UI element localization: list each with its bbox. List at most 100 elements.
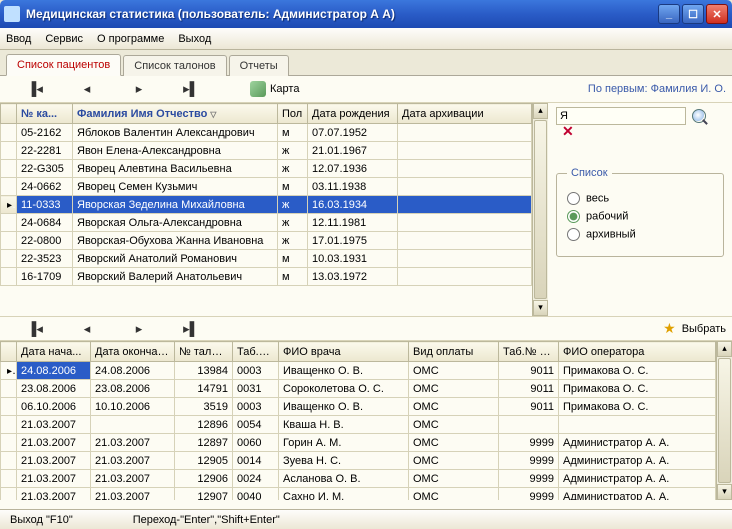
table-row[interactable]: 05-2162Яблоков Валентин Александровичм07… <box>1 124 532 142</box>
scroll-thumb[interactable] <box>534 120 547 299</box>
cell-ticket: 12907 <box>175 488 233 501</box>
cell-arch <box>398 232 532 250</box>
close-button[interactable]: ✕ <box>706 4 728 24</box>
visits-col-doctor[interactable]: ФИО врача <box>279 342 409 362</box>
cell-tab: 0014 <box>233 452 279 470</box>
cell-end: 24.08.2006 <box>91 362 175 380</box>
table-row[interactable]: 24.08.200624.08.2006139840003Иващенко О.… <box>1 362 716 380</box>
visits-nav-next[interactable]: ▸ <box>130 321 148 337</box>
cell-pay: ОМС <box>409 398 499 416</box>
cell-tab2: 9999 <box>499 434 559 452</box>
tab-reports[interactable]: Отчеты <box>229 55 289 76</box>
cell-sex: м <box>278 178 308 196</box>
visits-scroll-up[interactable]: ▴ <box>717 341 732 357</box>
visits-nav-prev[interactable]: ◂ <box>78 321 96 337</box>
cell-dob: 13.03.1972 <box>308 268 398 286</box>
visits-col-tab2[interactable]: Таб.№ о... <box>499 342 559 362</box>
table-row[interactable]: 22-0800Яворская-Обухова Жанна Ивановнаж1… <box>1 232 532 250</box>
table-row[interactable]: 16-1709Яворский Валерий Анатольевичм13.0… <box>1 268 532 286</box>
visits-col-end[interactable]: Дата окончан... <box>91 342 175 362</box>
cell-pay: ОМС <box>409 470 499 488</box>
cell-ticket: 12896 <box>175 416 233 434</box>
cell-arch <box>398 178 532 196</box>
row-handle <box>1 124 17 142</box>
window-title: Медицинская статистика (пользователь: Ад… <box>26 7 656 21</box>
table-row[interactable]: 21.03.2007128960054Кваша Н. В.ОМС <box>1 416 716 434</box>
visits-scroll-down[interactable]: ▾ <box>717 484 732 500</box>
filter-option-all[interactable]: весь <box>567 192 713 205</box>
cell-fio: Яворец Семен Кузьмич <box>73 178 278 196</box>
cell-ticket: 12906 <box>175 470 233 488</box>
cell-card: 22-0800 <box>17 232 73 250</box>
scroll-down-button[interactable]: ▾ <box>533 300 548 316</box>
maximize-button[interactable]: ☐ <box>682 4 704 24</box>
table-row[interactable]: 24-0684Яворская Ольга-Александровнаж12.1… <box>1 214 532 232</box>
visits-col-ticket[interactable]: № талона <box>175 342 233 362</box>
nav-next-button[interactable]: ▸ <box>130 81 148 97</box>
filter-legend: Список <box>567 167 612 179</box>
patients-col-dob[interactable]: Дата рождения <box>308 104 398 124</box>
cell-arch <box>398 214 532 232</box>
table-row[interactable]: 11-0333Яворская Зеделина Михайловнаж16.0… <box>1 196 532 214</box>
patients-table[interactable]: № ка... Фамилия Имя Отчество▽ Пол Дата р… <box>0 103 532 286</box>
cell-tab2: 9011 <box>499 362 559 380</box>
visits-nav-last[interactable]: ▸▌ <box>182 321 200 337</box>
table-row[interactable]: 22-2281Явон Елена-Александровнаж21.01.19… <box>1 142 532 160</box>
row-handle <box>1 416 17 434</box>
menu-exit[interactable]: Выход <box>178 33 211 45</box>
visits-col-pay[interactable]: Вид оплаты <box>409 342 499 362</box>
table-row[interactable]: 21.03.200721.03.2007129070040Сахно И. М.… <box>1 488 716 501</box>
scroll-up-button[interactable]: ▴ <box>533 103 548 119</box>
visits-col-oper[interactable]: ФИО оператора <box>559 342 716 362</box>
cell-doctor: Асланова О. В. <box>279 470 409 488</box>
card-button[interactable]: Карта <box>250 81 299 97</box>
cell-fio: Яворец Алевтина Васильевна <box>73 160 278 178</box>
cell-arch <box>398 196 532 214</box>
patients-col-card[interactable]: № ка... <box>17 104 73 124</box>
filter-option-archive[interactable]: архивный <box>567 228 713 241</box>
cell-fio: Яворская Зеделина Михайловна <box>73 196 278 214</box>
row-handle <box>1 470 17 488</box>
visits-scrollbar[interactable]: ▴ ▾ <box>716 341 732 500</box>
search-icon[interactable] <box>692 109 706 123</box>
table-row[interactable]: 06.10.200610.10.200635190003Иващенко О. … <box>1 398 716 416</box>
cell-end: 21.03.2007 <box>91 470 175 488</box>
patients-col-arch[interactable]: Дата архивации <box>398 104 532 124</box>
menu-service[interactable]: Сервис <box>45 33 83 45</box>
cell-sex: ж <box>278 214 308 232</box>
table-row[interactable]: 22-G305Яворец Алевтина Васильевнаж12.07.… <box>1 160 532 178</box>
tab-tickets[interactable]: Список талонов <box>123 55 226 76</box>
table-row[interactable]: 21.03.200721.03.2007128970060Горин А. М.… <box>1 434 716 452</box>
table-row[interactable]: 24-0662Яворец Семен Кузьмичм03.11.1938 <box>1 178 532 196</box>
filter-option-working[interactable]: рабочий <box>567 210 713 223</box>
tab-patients[interactable]: Список пациентов <box>6 54 121 76</box>
patients-col-sex[interactable]: Пол <box>278 104 308 124</box>
table-row[interactable]: 21.03.200721.03.2007129060024Асланова О.… <box>1 470 716 488</box>
clear-icon[interactable]: ✕ <box>562 125 576 139</box>
visits-scroll-thumb[interactable] <box>718 358 731 483</box>
visits-nav-first[interactable]: ▐◂ <box>26 321 44 337</box>
table-row[interactable]: 22-3523Яворский Анатолий Романовичм10.03… <box>1 250 532 268</box>
visits-col-tab[interactable]: Таб.№... <box>233 342 279 362</box>
table-row[interactable]: 21.03.200721.03.2007129050014Зуева Н. С.… <box>1 452 716 470</box>
table-row[interactable]: 23.08.200623.08.2006147910031Сороколетов… <box>1 380 716 398</box>
patients-col-fio[interactable]: Фамилия Имя Отчество▽ <box>73 104 278 124</box>
patients-scrollbar[interactable]: ▴ ▾ <box>532 103 548 316</box>
cell-tab2: 9011 <box>499 380 559 398</box>
cell-start: 24.08.2006 <box>17 362 91 380</box>
nav-first-button[interactable]: ▐◂ <box>26 81 44 97</box>
cell-sex: ж <box>278 232 308 250</box>
cell-pay: ОМС <box>409 488 499 501</box>
visits-col-start[interactable]: Дата нача... <box>17 342 91 362</box>
cell-doctor: Сороколетова О. С. <box>279 380 409 398</box>
minimize-button[interactable]: _ <box>658 4 680 24</box>
menu-input[interactable]: Ввод <box>6 33 31 45</box>
select-button[interactable]: Выбрать <box>682 323 726 335</box>
nav-last-button[interactable]: ▸▌ <box>182 81 200 97</box>
visits-table[interactable]: Дата нача... Дата окончан... № талона Та… <box>0 341 716 500</box>
menu-about[interactable]: О программе <box>97 33 164 45</box>
row-handle <box>1 250 17 268</box>
nav-prev-button[interactable]: ◂ <box>78 81 96 97</box>
cell-start: 21.03.2007 <box>17 452 91 470</box>
search-input[interactable] <box>556 107 686 125</box>
